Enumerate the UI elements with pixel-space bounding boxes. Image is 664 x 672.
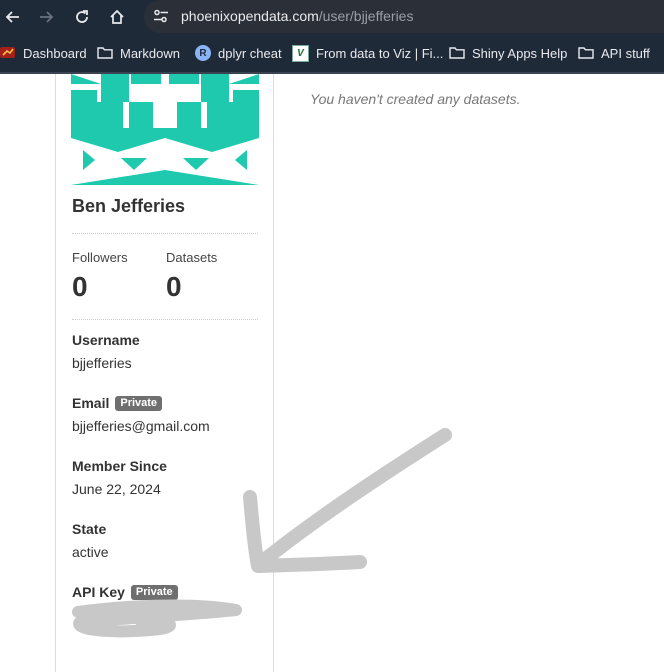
identicon-avatar xyxy=(71,74,259,185)
bookmark-label: API stuff xyxy=(601,45,650,61)
member-since-label: Member Since xyxy=(72,458,167,474)
username-value: bjjefferies xyxy=(72,355,132,371)
divider xyxy=(72,233,258,234)
bookmark-shiny-apps-help[interactable]: Shiny Apps Help xyxy=(449,44,567,62)
private-badge: Private xyxy=(130,584,178,600)
state-value: active xyxy=(72,544,109,560)
site-info-button[interactable] xyxy=(150,5,172,27)
email-label-text: Email xyxy=(72,395,110,411)
state-label-text: State xyxy=(72,521,107,537)
viz-favicon-icon: V xyxy=(292,44,309,62)
reload-icon xyxy=(76,10,88,23)
state-label: State xyxy=(72,521,106,537)
no-datasets-message: You haven't created any datasets. xyxy=(310,91,521,107)
annotation-arrow-shaft xyxy=(251,428,452,572)
folder-icon xyxy=(449,47,465,59)
bookmark-dplyr-cheat[interactable]: R dplyr cheat xyxy=(195,44,282,62)
back-arrow-icon xyxy=(5,11,19,23)
forward-button[interactable] xyxy=(33,4,59,30)
bookmark-api-stuff[interactable]: API stuff xyxy=(578,44,650,62)
bookmark-dashboard[interactable]: Dashboard xyxy=(0,44,87,62)
dashboard-favicon-icon xyxy=(0,47,15,58)
folder-icon xyxy=(578,47,594,59)
address-bar[interactable]: phoenixopendata.com/user/bjjefferies xyxy=(144,0,664,33)
username-label-text: Username xyxy=(72,332,140,348)
home-icon xyxy=(110,9,124,24)
member-since-label-text: Member Since xyxy=(72,458,167,474)
followers-label: Followers xyxy=(72,250,128,265)
url-path: /user/bjjefferies xyxy=(318,8,414,24)
folder-icon xyxy=(97,47,113,59)
private-badge: Private xyxy=(115,395,163,411)
browser-toolbar: phoenixopendata.com/user/bjjefferies xyxy=(0,0,664,34)
profile-name: Ben Jefferies xyxy=(72,196,186,216)
bookmark-markdown[interactable]: Markdown xyxy=(97,44,180,62)
followers-count: 0 xyxy=(72,271,88,302)
email-value: bjjefferies@gmail.com xyxy=(72,418,210,434)
bookmark-label: Markdown xyxy=(120,45,180,61)
datasets-label: Datasets xyxy=(166,250,218,265)
bookmark-label: From data to Viz | Fi... xyxy=(316,45,444,61)
home-button[interactable] xyxy=(104,4,130,30)
url-text[interactable]: phoenixopendata.com/user/bjjefferies xyxy=(181,8,413,24)
site-settings-icon xyxy=(154,9,168,23)
back-button[interactable] xyxy=(0,4,26,30)
bookmark-label: Shiny Apps Help xyxy=(472,45,568,61)
email-label: Email Private xyxy=(72,395,163,411)
bookmark-data-to-viz[interactable]: V From data to Viz | Fi... xyxy=(292,44,443,62)
browser-window: phoenixopendata.com/user/bjjefferies Das… xyxy=(0,0,664,672)
divider xyxy=(72,319,258,320)
api-key-label-text: API Key xyxy=(72,584,125,600)
api-key-label: API Key Private xyxy=(72,584,178,600)
username-label: Username xyxy=(72,332,140,348)
bookmark-label: Dashboard xyxy=(23,45,87,61)
profile-sidebar: Ben Jefferies Followers 0 Datasets 0 Use… xyxy=(55,74,274,672)
url-domain: phoenixopendata.com xyxy=(181,8,319,24)
bookmarks-bar: Dashboard Markdown R dplyr cheat V From … xyxy=(0,34,664,72)
r-favicon-icon: R xyxy=(195,45,211,61)
bookmark-label: dplyr cheat xyxy=(218,45,282,61)
member-since-value: June 22, 2024 xyxy=(72,481,161,497)
reload-button[interactable] xyxy=(69,4,95,30)
forward-arrow-icon xyxy=(40,11,54,23)
datasets-count: 0 xyxy=(166,271,182,302)
